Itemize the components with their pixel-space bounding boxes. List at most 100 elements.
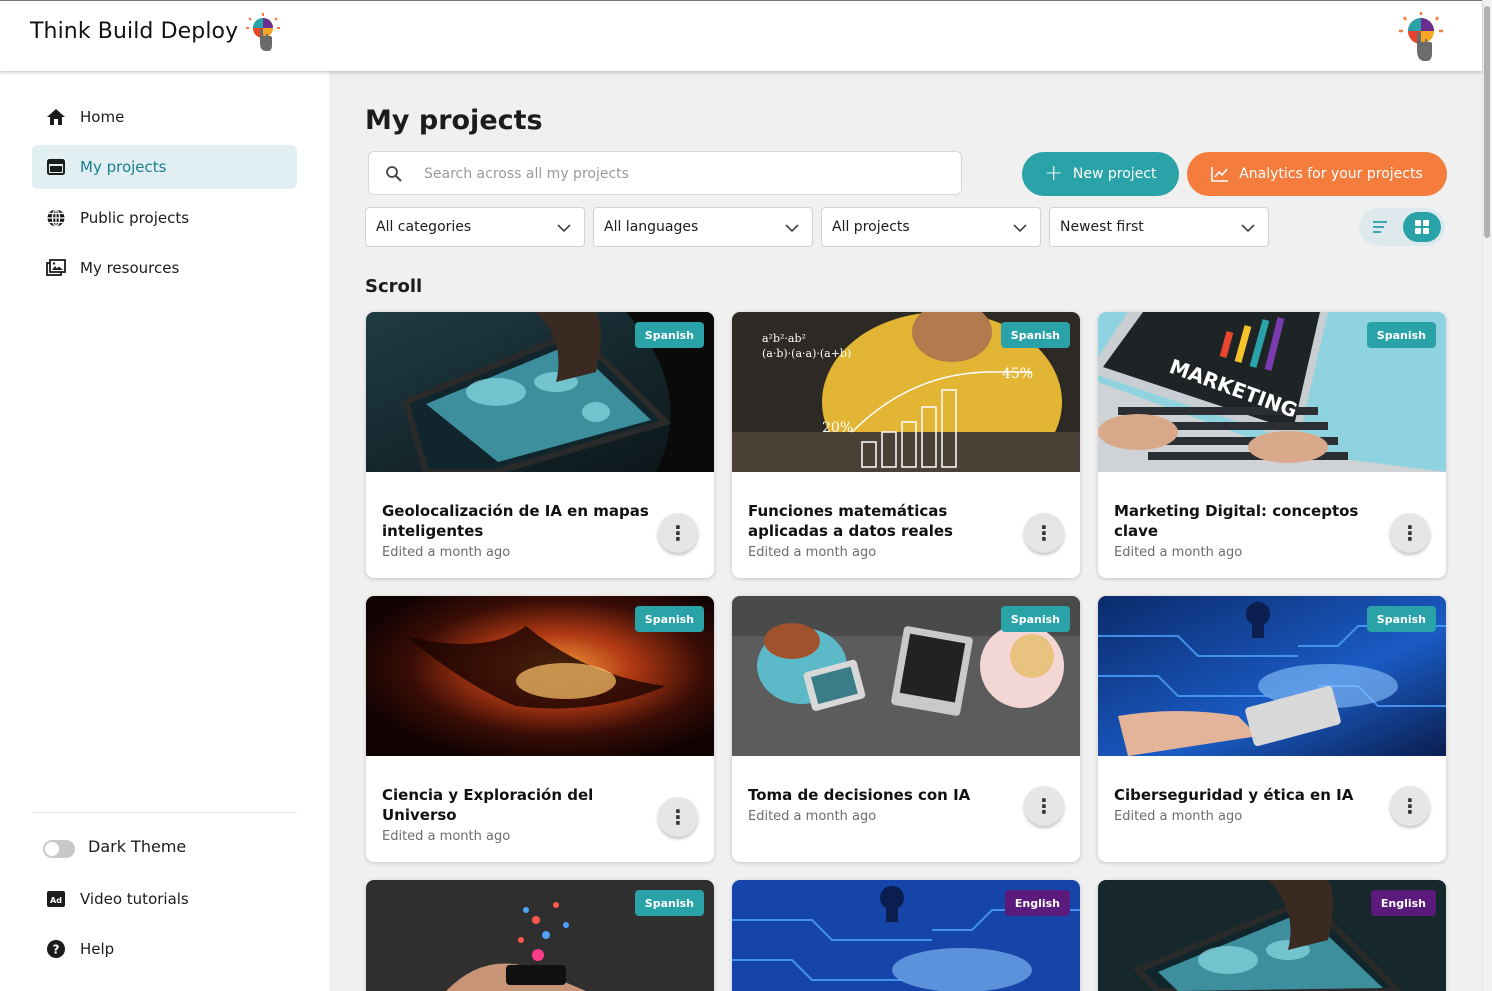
svg-text:20%: 20% [822,420,853,436]
project-card[interactable]: Spanish Geolocalización de IA en mapas i… [366,312,714,578]
project-title: Ciberseguridad y ética en IA [1114,786,1354,804]
sidebar-item-label: Video tutorials [80,890,189,908]
help-icon: ? [47,940,65,958]
more-vertical-icon: ⋮ [1400,521,1420,545]
more-options-button[interactable]: ⋮ [1390,786,1430,826]
project-title: Geolocalización de IA en mapas inteligen… [382,502,649,540]
svg-text:Ad: Ad [50,896,62,905]
sort-filter-value: Newest first [1060,219,1144,235]
globe-icon [47,208,65,228]
project-edited: Edited a month ago [748,545,877,560]
image-gallery-icon [46,259,66,276]
svg-text:45%: 45% [1002,366,1033,382]
project-card[interactable]: Spanish [366,880,714,991]
svg-text:(a·b)·(a·a)·(a+b): (a·b)·(a·a)·(a+b) [762,347,851,360]
new-project-button[interactable]: + New project [1022,152,1179,196]
top-bar: Think Build Deploy [0,0,1482,71]
page-title: My projects [365,105,543,136]
category-filter[interactable]: All categories [365,207,585,247]
more-options-button[interactable]: ⋮ [658,797,698,837]
section-title: Scroll [365,276,423,297]
grid-view-button[interactable] [1403,212,1441,242]
project-edited: Edited a month ago [1114,809,1243,824]
language-badge: Spanish [634,606,704,632]
category-filter-value: All categories [376,219,472,235]
chart-icon [1211,167,1229,182]
search-input[interactable] [424,162,944,186]
language-filter[interactable]: All languages [593,207,813,247]
sidebar-item-public-projects[interactable]: Public projects [32,196,297,240]
sidebar-item-home[interactable]: Home [32,95,297,139]
language-badge: Spanish [634,890,704,916]
sidebar-item-label: My projects [80,158,167,176]
more-vertical-icon: ⋮ [668,521,688,545]
sidebar-item-my-projects[interactable]: My projects [32,145,297,189]
project-edited: Edited a month ago [1114,545,1243,560]
sort-filter[interactable]: Newest first [1049,207,1269,247]
more-options-button[interactable]: ⋮ [658,513,698,553]
more-options-button[interactable]: ⋮ [1390,513,1430,553]
project-title: Ciencia y Exploración del Universo [382,786,594,824]
sidebar-item-video-tutorials[interactable]: Ad Video tutorials [32,877,297,921]
app-title[interactable]: Think Build Deploy [30,19,238,44]
project-edited: Edited a month ago [748,809,877,824]
sidebar-item-help[interactable]: ? Help [32,927,297,971]
search-icon [386,166,402,182]
projects-filter-value: All projects [832,219,910,235]
language-badge: Spanish [1000,322,1070,348]
plus-icon: + [1044,161,1063,186]
analytics-button[interactable]: Analytics for your projects [1187,152,1447,196]
main-content: My projects + New project Analytics for … [329,71,1482,991]
project-card[interactable]: Spanish Ciberseguridad y ética en IA Edi… [1098,596,1446,862]
project-edited: Edited a month ago [382,829,511,844]
search-box[interactable] [368,151,962,195]
language-badge: English [1370,890,1436,916]
new-project-label: New project [1072,166,1157,182]
language-badge: Spanish [1366,322,1436,348]
projects-filter[interactable]: All projects [821,207,1041,247]
chevron-down-icon [1241,224,1255,233]
list-view-icon[interactable] [1369,216,1391,238]
project-title: Marketing Digital: conceptos clave [1114,502,1359,540]
project-edited: Edited a month ago [382,545,511,560]
analytics-label: Analytics for your projects [1239,166,1423,182]
language-badge: Spanish [634,322,704,348]
more-vertical-icon: ⋮ [1034,794,1054,818]
sidebar-divider [32,812,297,813]
project-title: Funciones matemáticas aplicadas a datos … [748,502,953,540]
project-title: Toma de decisiones con IA [748,786,971,804]
sidebar-item-label: My resources [80,259,180,277]
language-badge: Spanish [1000,606,1070,632]
dark-theme-label: Dark Theme [88,837,187,856]
language-badge: Spanish [1366,606,1436,632]
view-mode-toggle [1359,208,1445,246]
sidebar-item-label: Public projects [80,209,190,227]
project-card[interactable]: English [1098,880,1446,991]
project-card[interactable]: Spanish Ciencia y Exploración del Univer… [366,596,714,862]
chevron-down-icon [557,224,571,233]
more-options-button[interactable]: ⋮ [1024,786,1064,826]
dark-theme-toggle[interactable] [43,840,75,858]
sidebar-item-my-resources[interactable]: My resources [32,246,297,290]
sidebar: Home My projects Public projects My reso… [0,71,329,991]
language-badge: English [1004,890,1070,916]
project-card[interactable]: a²b²·ab² (a·b)·(a·a)·(a+b) 20% 45% Spani… [732,312,1080,578]
svg-text:a²b²·ab²: a²b²·ab² [762,332,806,345]
more-vertical-icon: ⋮ [668,805,688,829]
project-card[interactable]: English [732,880,1080,991]
sidebar-item-label: Home [80,108,125,126]
user-avatar[interactable] [1398,12,1444,64]
scrollbar-thumb[interactable] [1484,6,1490,238]
home-icon [47,109,65,125]
more-options-button[interactable]: ⋮ [1024,513,1064,553]
project-card[interactable]: MARKETING Spanish Marketing Digital: con… [1098,312,1446,578]
language-filter-value: All languages [604,219,699,235]
chevron-down-icon [785,224,799,233]
brand-logo-icon[interactable] [246,13,280,55]
projects-icon [47,159,65,175]
more-vertical-icon: ⋮ [1400,794,1420,818]
sidebar-item-label: Help [80,940,115,958]
svg-text:?: ? [53,943,60,957]
ad-icon: Ad [47,891,65,907]
project-card[interactable]: Spanish Toma de decisiones con IA Edited… [732,596,1080,862]
